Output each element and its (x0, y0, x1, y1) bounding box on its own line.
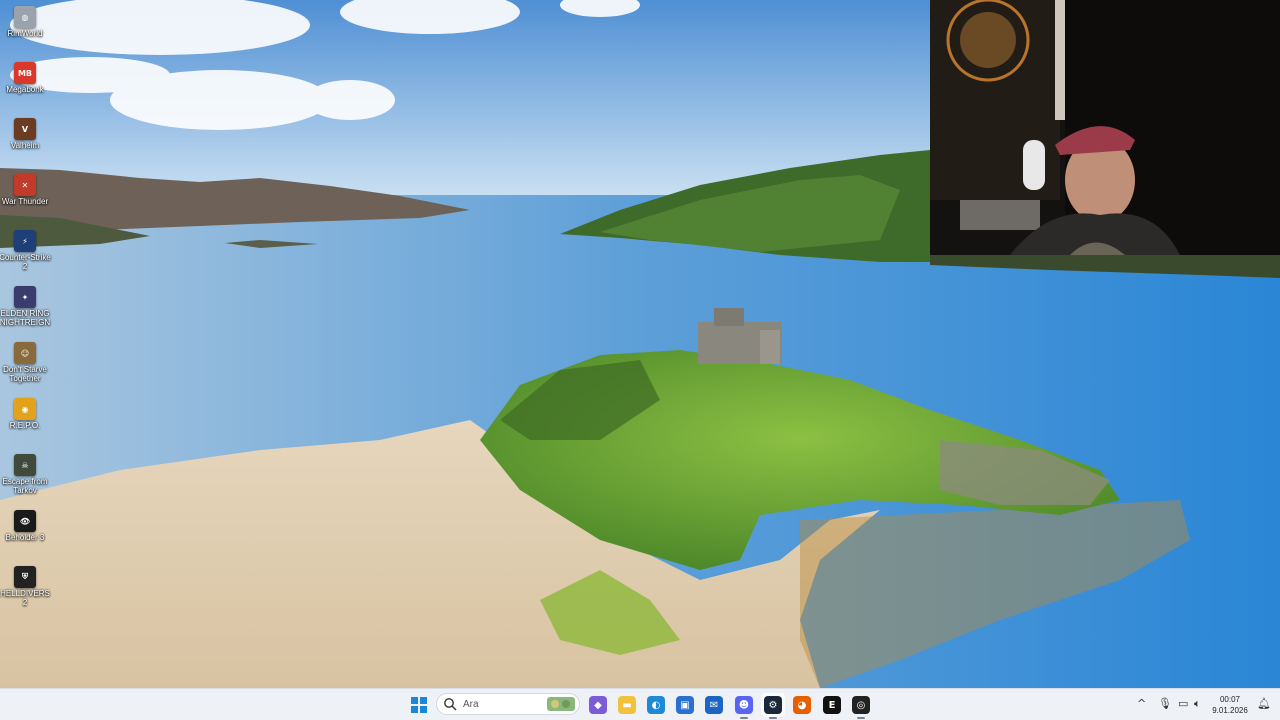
valheim-icon: V (14, 118, 36, 140)
microphone-icon[interactable]: 🎙︎ (1158, 697, 1172, 710)
desktop-shortcut[interactable]: ☺ Don't Starve Together (0, 342, 50, 383)
obs-app-icon: ◎ (852, 696, 870, 714)
elden-ring-icon: ✦ (14, 286, 36, 308)
webcam-overlay (930, 0, 1280, 255)
search-icon (444, 698, 457, 711)
store-app-icon: ▣ (676, 696, 694, 714)
firefox-app-icon: ◕ (793, 696, 811, 714)
desktop-shortcut-label: Counter-Strike 2 (0, 253, 51, 271)
show-hidden-icons-chevron-icon[interactable]: ^ (1137, 697, 1146, 710)
desktop-shortcut[interactable]: ✦ ELDEN RING NIGHTREIGN (0, 286, 50, 327)
taskbar-app-button[interactable]: ✉ (702, 693, 726, 717)
desktop-shortcut-label: Escape from Tarkov (2, 477, 48, 495)
desktop-shortcut-label: Megabonk (6, 85, 44, 94)
desktop-shortcut-label: ELDEN RING NIGHTREIGN (0, 309, 51, 327)
taskbar-app-button[interactable]: ◕ (790, 693, 814, 717)
taskbar-app-button[interactable]: E (820, 693, 844, 717)
helldivers-icon: ⛨ (14, 566, 36, 588)
repo-icon: ◉ (14, 398, 36, 420)
desktop-shortcut[interactable]: ◍ RimWorld (0, 6, 50, 38)
desktop-shortcut[interactable]: ⚡ Counter-Strike 2 (0, 230, 51, 271)
desktop-shortcut[interactable]: ◉ R.E.P.O. (0, 398, 50, 430)
running-indicator (769, 717, 777, 719)
start-button[interactable] (407, 693, 431, 717)
taskbar: Ara ◆ ▬ ◐ ▣ ✉ ☻ ⚙ ◕ E ◎ ^ 🎙︎ ▭ 🔈︎ 00:07 9.01.2026… (0, 688, 1280, 720)
desktop-shortcut-label: R.E.P.O. (9, 421, 41, 430)
running-indicator (857, 717, 865, 719)
search-placeholder: Ara (463, 698, 479, 710)
running-indicator (740, 717, 748, 719)
windows-logo-icon (411, 697, 427, 713)
taskbar-app-button[interactable]: ◐ (644, 693, 668, 717)
search-highlight-icon (547, 697, 575, 711)
notification-bell-icon[interactable]: 🔔︎ (1257, 697, 1271, 710)
desktop-shortcut-label: Beholder 3 (5, 533, 45, 542)
taskbar-app-button[interactable]: ⚙ (761, 693, 785, 719)
desktop-shortcut[interactable]: V Valheim (0, 118, 50, 150)
outlook-app-icon: ✉ (705, 696, 723, 714)
desktop-shortcut-label: HELLDIVERS 2 (0, 589, 50, 607)
war-thunder-icon: ✕ (14, 174, 36, 196)
desktop-shortcut[interactable]: ✕ War Thunder (0, 174, 50, 206)
clock-time: 00:07 (1219, 695, 1241, 704)
discord-app-icon: ☻ (735, 696, 753, 714)
taskbar-app-button[interactable]: ◎ (849, 693, 873, 719)
desktop-shortcut[interactable]: ⛨ HELLDIVERS 2 (0, 566, 50, 607)
desktop-shortcut[interactable]: MB Megabonk (0, 62, 50, 94)
steam-app-icon: ⚙ (764, 696, 782, 714)
edge-browser-icon: ◐ (647, 696, 665, 714)
taskbar-app-button[interactable]: ◆ (586, 693, 610, 717)
file-explorer-icon: ▬ (618, 696, 636, 714)
epic-games-icon: E (823, 696, 841, 714)
desktop-shortcut-label: RimWorld (7, 29, 43, 38)
rimworld-icon: ◍ (14, 6, 36, 28)
taskbar-app-button[interactable]: ☻ (732, 693, 756, 719)
desktop-shortcut[interactable]: 👁 Beholder 3 (0, 510, 50, 542)
taskbar-app-button[interactable]: ▣ (673, 693, 697, 717)
desktop-shortcut-label: Don't Starve Together (3, 365, 47, 383)
megabonk-icon: MB (14, 62, 36, 84)
desktop-shortcut[interactable]: ☠ Escape from Tarkov (0, 454, 50, 495)
copilot-app-icon: ◆ (589, 696, 607, 714)
clock[interactable]: 00:07 9.01.2026 (1208, 694, 1252, 716)
counter-strike-icon: ⚡ (14, 230, 36, 252)
taskbar-app-button[interactable]: ▬ (615, 693, 639, 717)
clock-date: 9.01.2026 (1212, 706, 1248, 715)
desktop-shortcut-label: War Thunder (1, 197, 49, 206)
taskbar-search-box[interactable]: Ara (436, 693, 580, 715)
tarkov-icon: ☠ (14, 454, 36, 476)
dont-starve-icon: ☺ (14, 342, 36, 364)
volume-icon[interactable]: 🔈︎ (1194, 697, 1201, 711)
beholder-icon: 👁 (14, 510, 36, 532)
desktop-shortcut-label: Valheim (10, 141, 40, 150)
network-icon[interactable]: ▭ (1178, 697, 1188, 710)
